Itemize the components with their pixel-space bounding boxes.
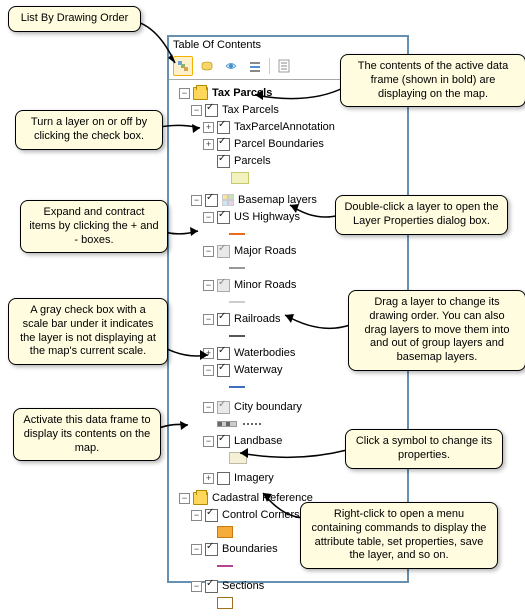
checkbox[interactable] bbox=[205, 543, 218, 556]
callout: Double-click a layer to open the Layer P… bbox=[335, 195, 508, 235]
expand-toggle[interactable]: − bbox=[203, 402, 214, 413]
expand-toggle[interactable]: + bbox=[203, 139, 214, 150]
scalebar-icon bbox=[217, 421, 237, 427]
layer-label[interactable]: Boundaries bbox=[222, 543, 278, 555]
expand-toggle[interactable]: − bbox=[191, 544, 202, 555]
symbol-swatch[interactable] bbox=[229, 267, 245, 269]
expand-toggle[interactable]: − bbox=[203, 246, 214, 257]
layer-label[interactable]: Waterway bbox=[234, 364, 283, 376]
list-by-source-button[interactable] bbox=[197, 56, 217, 76]
checkbox[interactable] bbox=[205, 580, 218, 593]
layer-label[interactable]: Railroads bbox=[234, 313, 280, 325]
layer-label[interactable]: Waterbodies bbox=[234, 347, 295, 359]
panel-title: Table Of Contents bbox=[169, 37, 407, 53]
symbol-swatch[interactable] bbox=[229, 335, 245, 337]
symbol-swatch[interactable] bbox=[217, 597, 233, 609]
callout: Activate this data frame to display its … bbox=[13, 408, 161, 461]
checkbox[interactable] bbox=[217, 211, 230, 224]
callout: The contents of the active data frame (s… bbox=[340, 54, 525, 107]
expand-toggle[interactable]: − bbox=[203, 212, 214, 223]
callout: List By Drawing Order bbox=[8, 6, 141, 32]
layer-label[interactable]: Major Roads bbox=[234, 245, 296, 257]
dataframe-icon bbox=[193, 87, 208, 100]
callout: A gray check box with a scale bar under … bbox=[8, 298, 168, 365]
symbol-swatch[interactable] bbox=[229, 233, 245, 235]
basemap-icon bbox=[222, 194, 234, 206]
options-button[interactable] bbox=[274, 56, 294, 76]
expand-toggle[interactable]: + bbox=[203, 473, 214, 484]
layer-label[interactable]: Sections bbox=[222, 580, 264, 592]
checkbox[interactable] bbox=[217, 121, 230, 134]
expand-toggle[interactable]: − bbox=[179, 493, 190, 504]
callout: Drag a layer to change its drawing order… bbox=[348, 290, 525, 371]
symbol-swatch[interactable] bbox=[217, 565, 233, 567]
symbol-swatch[interactable] bbox=[243, 423, 261, 425]
layer-label[interactable]: Minor Roads bbox=[234, 279, 296, 291]
list-by-selection-button[interactable] bbox=[245, 56, 265, 76]
expand-toggle[interactable]: − bbox=[203, 436, 214, 447]
layer-label[interactable]: City boundary bbox=[234, 401, 302, 413]
expand-toggle[interactable]: − bbox=[203, 314, 214, 325]
checkbox[interactable] bbox=[217, 472, 230, 485]
checkbox[interactable] bbox=[217, 435, 230, 448]
callout: Turn a layer on or off by clicking the c… bbox=[15, 110, 163, 150]
checkbox-disabled[interactable] bbox=[217, 401, 230, 414]
expand-toggle[interactable]: − bbox=[203, 365, 214, 376]
checkbox[interactable] bbox=[217, 155, 230, 168]
dataframe-icon bbox=[193, 492, 208, 505]
layer-label[interactable]: Parcel Boundaries bbox=[234, 138, 324, 150]
checkbox[interactable] bbox=[205, 104, 218, 117]
callout: Click a symbol to change its properties. bbox=[345, 429, 503, 469]
checkbox[interactable] bbox=[205, 509, 218, 522]
checkbox-disabled[interactable] bbox=[217, 245, 230, 258]
expand-toggle[interactable]: − bbox=[191, 510, 202, 521]
expand-toggle[interactable]: − bbox=[191, 195, 202, 206]
layer-label[interactable]: TaxParcelAnnotation bbox=[234, 121, 335, 133]
checkbox[interactable] bbox=[217, 347, 230, 360]
symbol-swatch[interactable] bbox=[229, 301, 245, 303]
expand-toggle[interactable]: − bbox=[203, 280, 214, 291]
layer-label[interactable]: Parcels bbox=[234, 155, 271, 167]
checkbox-disabled[interactable] bbox=[217, 279, 230, 292]
expand-toggle[interactable]: − bbox=[191, 105, 202, 116]
checkbox[interactable] bbox=[217, 138, 230, 151]
callout: Right-click to open a menu containing co… bbox=[300, 502, 498, 569]
layer-label[interactable]: Imagery bbox=[234, 472, 274, 484]
symbol-swatch[interactable] bbox=[217, 526, 233, 538]
checkbox[interactable] bbox=[217, 364, 230, 377]
list-by-visibility-button[interactable] bbox=[221, 56, 241, 76]
callout: Expand and contract items by clicking th… bbox=[20, 200, 168, 253]
checkbox[interactable] bbox=[205, 194, 218, 207]
expand-toggle[interactable]: − bbox=[179, 88, 190, 99]
symbol-swatch[interactable] bbox=[231, 172, 249, 184]
symbol-swatch[interactable] bbox=[229, 386, 245, 388]
checkbox[interactable] bbox=[217, 313, 230, 326]
expand-toggle[interactable]: − bbox=[191, 581, 202, 592]
